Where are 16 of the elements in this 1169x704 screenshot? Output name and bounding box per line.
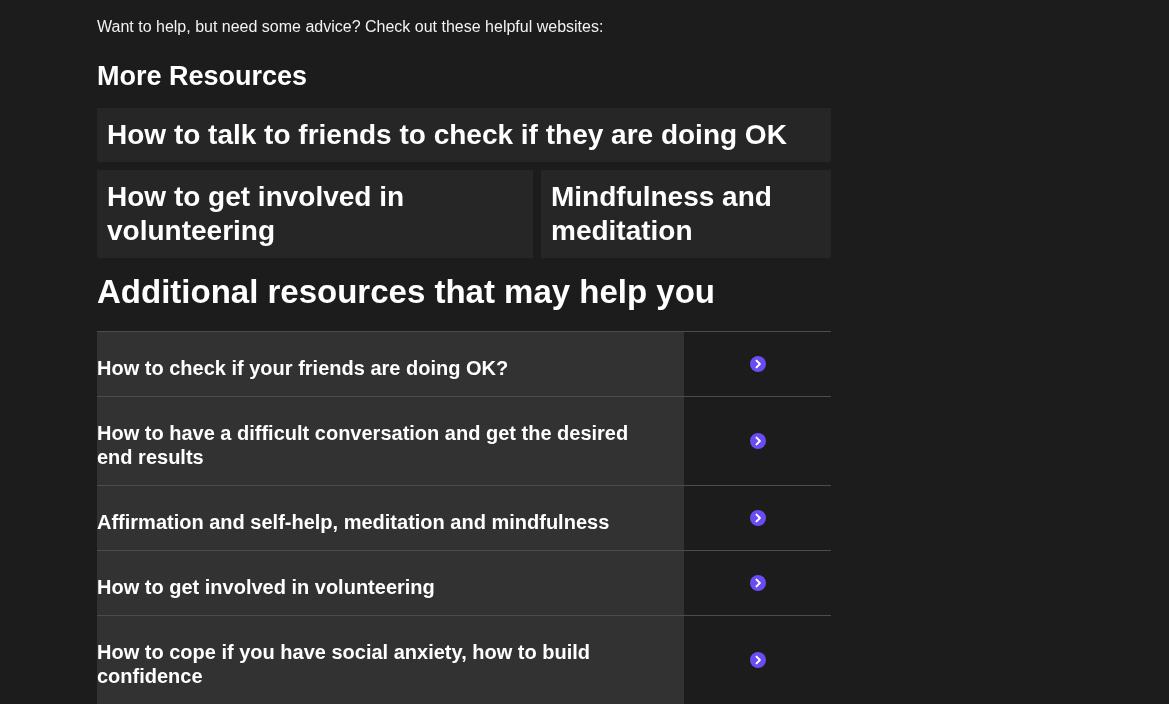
section-heading: Additional resources that may help you: [97, 272, 716, 312]
resource-link[interactable]: How to get involved in volunteering: [97, 551, 684, 615]
intro-text: Want to help, but need some advice? Check out these helpful websites:: [97, 17, 605, 37]
section-heading: More Resources: [97, 60, 309, 92]
resource-link[interactable]: How to have a difficult conversation and get the desired end results: [97, 397, 684, 485]
resource-card[interactable]: Mindfulness and meditation: [541, 170, 831, 258]
resource-link[interactable]: Affirmation and self-help, meditation and mindfulness: [97, 486, 684, 550]
chevron-right-icon[interactable]: [749, 510, 766, 526]
resource-card[interactable]: How to get involved in volunteering: [97, 170, 533, 258]
chevron-right-icon[interactable]: [749, 575, 766, 591]
chevron-right-icon[interactable]: [749, 652, 766, 668]
chevron-right-icon[interactable]: [749, 433, 766, 449]
resource-card[interactable]: How to talk to friends to check if they are doing OK: [97, 108, 831, 162]
resource-link[interactable]: How to cope if you have social anxiety, how to build confidence: [97, 616, 684, 704]
chevron-right-icon[interactable]: [749, 356, 766, 372]
resource-link[interactable]: How to check if your friends are doing OK?: [97, 332, 684, 396]
